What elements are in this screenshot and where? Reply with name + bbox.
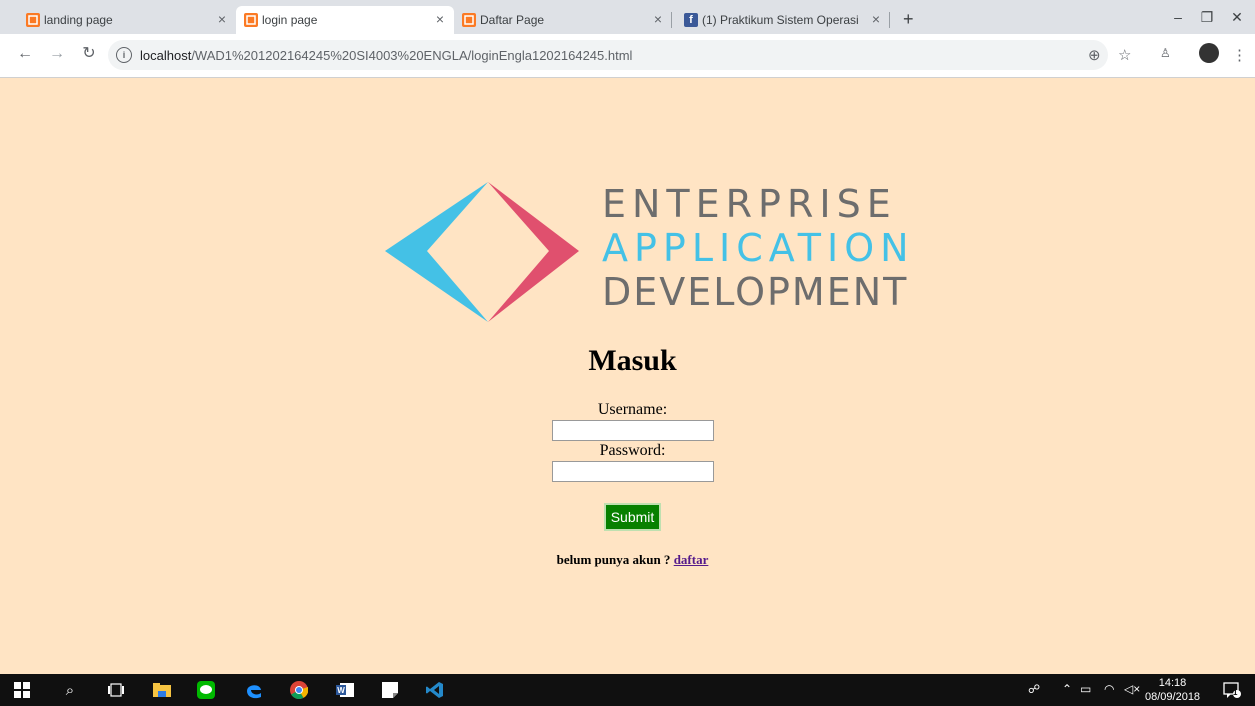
battery-icon[interactable]: ▭ — [1080, 682, 1091, 696]
address-bar[interactable]: i localhost/WAD1%201202164245%20SI4003%2… — [108, 40, 1108, 70]
xampp-icon — [26, 13, 40, 27]
window-close-icon[interactable]: ✕ — [1222, 6, 1252, 28]
logo-line-3: DEVELOPMENT — [602, 270, 909, 314]
tab-daftar-page[interactable]: Daftar Page × — [454, 6, 672, 34]
logo-left-chevron — [385, 182, 488, 322]
new-tab-icon[interactable]: + — [903, 9, 914, 30]
xampp-icon — [244, 13, 258, 27]
tab-separator — [671, 12, 672, 28]
search-icon[interactable]: ⌕ — [60, 680, 80, 700]
facebook-icon: f — [684, 13, 698, 27]
minimize-icon[interactable]: – — [1163, 6, 1193, 28]
clock-date: 08/09/2018 — [1145, 691, 1201, 703]
file-explorer-icon[interactable] — [152, 680, 172, 700]
wifi-icon[interactable]: ◠ — [1104, 682, 1114, 696]
login-form: Username: Password: Submit — [0, 400, 1255, 531]
tab-title: landing page — [44, 13, 113, 27]
page-title: Masuk — [588, 344, 677, 377]
logo-wordmark: ENTERPRISE APPLICATION DEVELOPMENT — [602, 182, 915, 314]
sticky-notes-icon[interactable] — [380, 680, 400, 700]
close-icon[interactable]: × — [218, 11, 226, 27]
zoom-icon[interactable]: ⊕ — [1088, 46, 1101, 64]
volume-icon[interactable]: ◁× — [1124, 682, 1140, 696]
signup-prompt: belum punya akun ? daftar — [0, 552, 1255, 568]
tab-strip: landing page × login page × Daftar Page … — [0, 0, 1255, 34]
url-host: localhost — [140, 47, 192, 63]
logo-line-2: APPLICATION — [602, 226, 915, 270]
svg-text:W: W — [337, 686, 345, 695]
clock-time: 14:18 — [1158, 677, 1187, 689]
notification-count: 1 — [1233, 688, 1238, 697]
xampp-icon — [462, 13, 476, 27]
username-input[interactable] — [551, 420, 714, 441]
forward-arrow-icon[interactable]: → — [46, 43, 68, 65]
extension-icon[interactable]: ♙ — [1160, 46, 1171, 60]
close-icon[interactable]: × — [872, 11, 880, 27]
notification-icon[interactable]: 1 — [1222, 680, 1242, 700]
chevron-up-icon[interactable]: ⌃ — [1062, 682, 1072, 696]
browser-toolbar: ← → ↻ i localhost/WAD1%201202164245%20SI… — [0, 34, 1255, 78]
tab-facebook[interactable]: f (1) Praktikum Sistem Operasi 201 × — [676, 6, 890, 34]
tab-title: Daftar Page — [480, 13, 545, 27]
menu-icon[interactable]: ⋮ — [1232, 46, 1247, 64]
line-app-icon[interactable] — [196, 680, 216, 700]
task-view-icon[interactable] — [106, 680, 126, 700]
signup-text: belum punya akun ? — [556, 552, 671, 567]
password-input[interactable] — [551, 461, 714, 482]
submit-button[interactable]: Submit — [603, 503, 662, 531]
tab-title: (1) Praktikum Sistem Operasi 201 — [702, 13, 862, 27]
logo-line-1: ENTERPRISE — [602, 182, 897, 226]
username-label: Username: — [597, 401, 668, 418]
restore-icon[interactable]: ❐ — [1192, 6, 1222, 28]
close-icon[interactable]: × — [654, 11, 662, 27]
url-path: /WAD1%201202164245%20SI4003%20ENGLA/logi… — [191, 47, 633, 63]
word-icon[interactable]: W — [335, 680, 355, 700]
star-icon[interactable]: ☆ — [1118, 46, 1131, 64]
tab-separator — [889, 12, 890, 28]
vscode-icon[interactable] — [425, 680, 445, 700]
info-icon[interactable]: i — [116, 47, 132, 63]
logo-right-chevron — [488, 182, 579, 322]
tab-landing-page[interactable]: landing page × — [18, 6, 236, 34]
close-icon[interactable]: × — [436, 11, 444, 27]
chrome-icon[interactable] — [289, 680, 309, 700]
url-text[interactable]: localhost/WAD1%201202164245%20SI4003%20E… — [140, 48, 632, 63]
tab-title: login page — [262, 13, 318, 27]
page-content: ENTERPRISE APPLICATION DEVELOPMENT Masuk… — [0, 78, 1255, 674]
taskbar: ⌕ W ☍ ⌃ ▭ ◠ ◁× 14:18 08/09/2018 1 — [0, 674, 1255, 706]
people-icon[interactable]: ☍ — [1028, 682, 1040, 696]
windows-start-icon[interactable] — [12, 680, 32, 700]
reload-icon[interactable]: ↻ — [78, 43, 100, 65]
edge-icon[interactable] — [244, 680, 264, 700]
back-arrow-icon[interactable]: ← — [14, 43, 36, 65]
avatar[interactable] — [1199, 43, 1219, 63]
password-label: Password: — [599, 442, 666, 459]
signup-link[interactable]: daftar — [674, 552, 709, 567]
clock[interactable]: 14:18 08/09/2018 — [1145, 676, 1200, 704]
tab-login-page[interactable]: login page × — [236, 6, 454, 34]
